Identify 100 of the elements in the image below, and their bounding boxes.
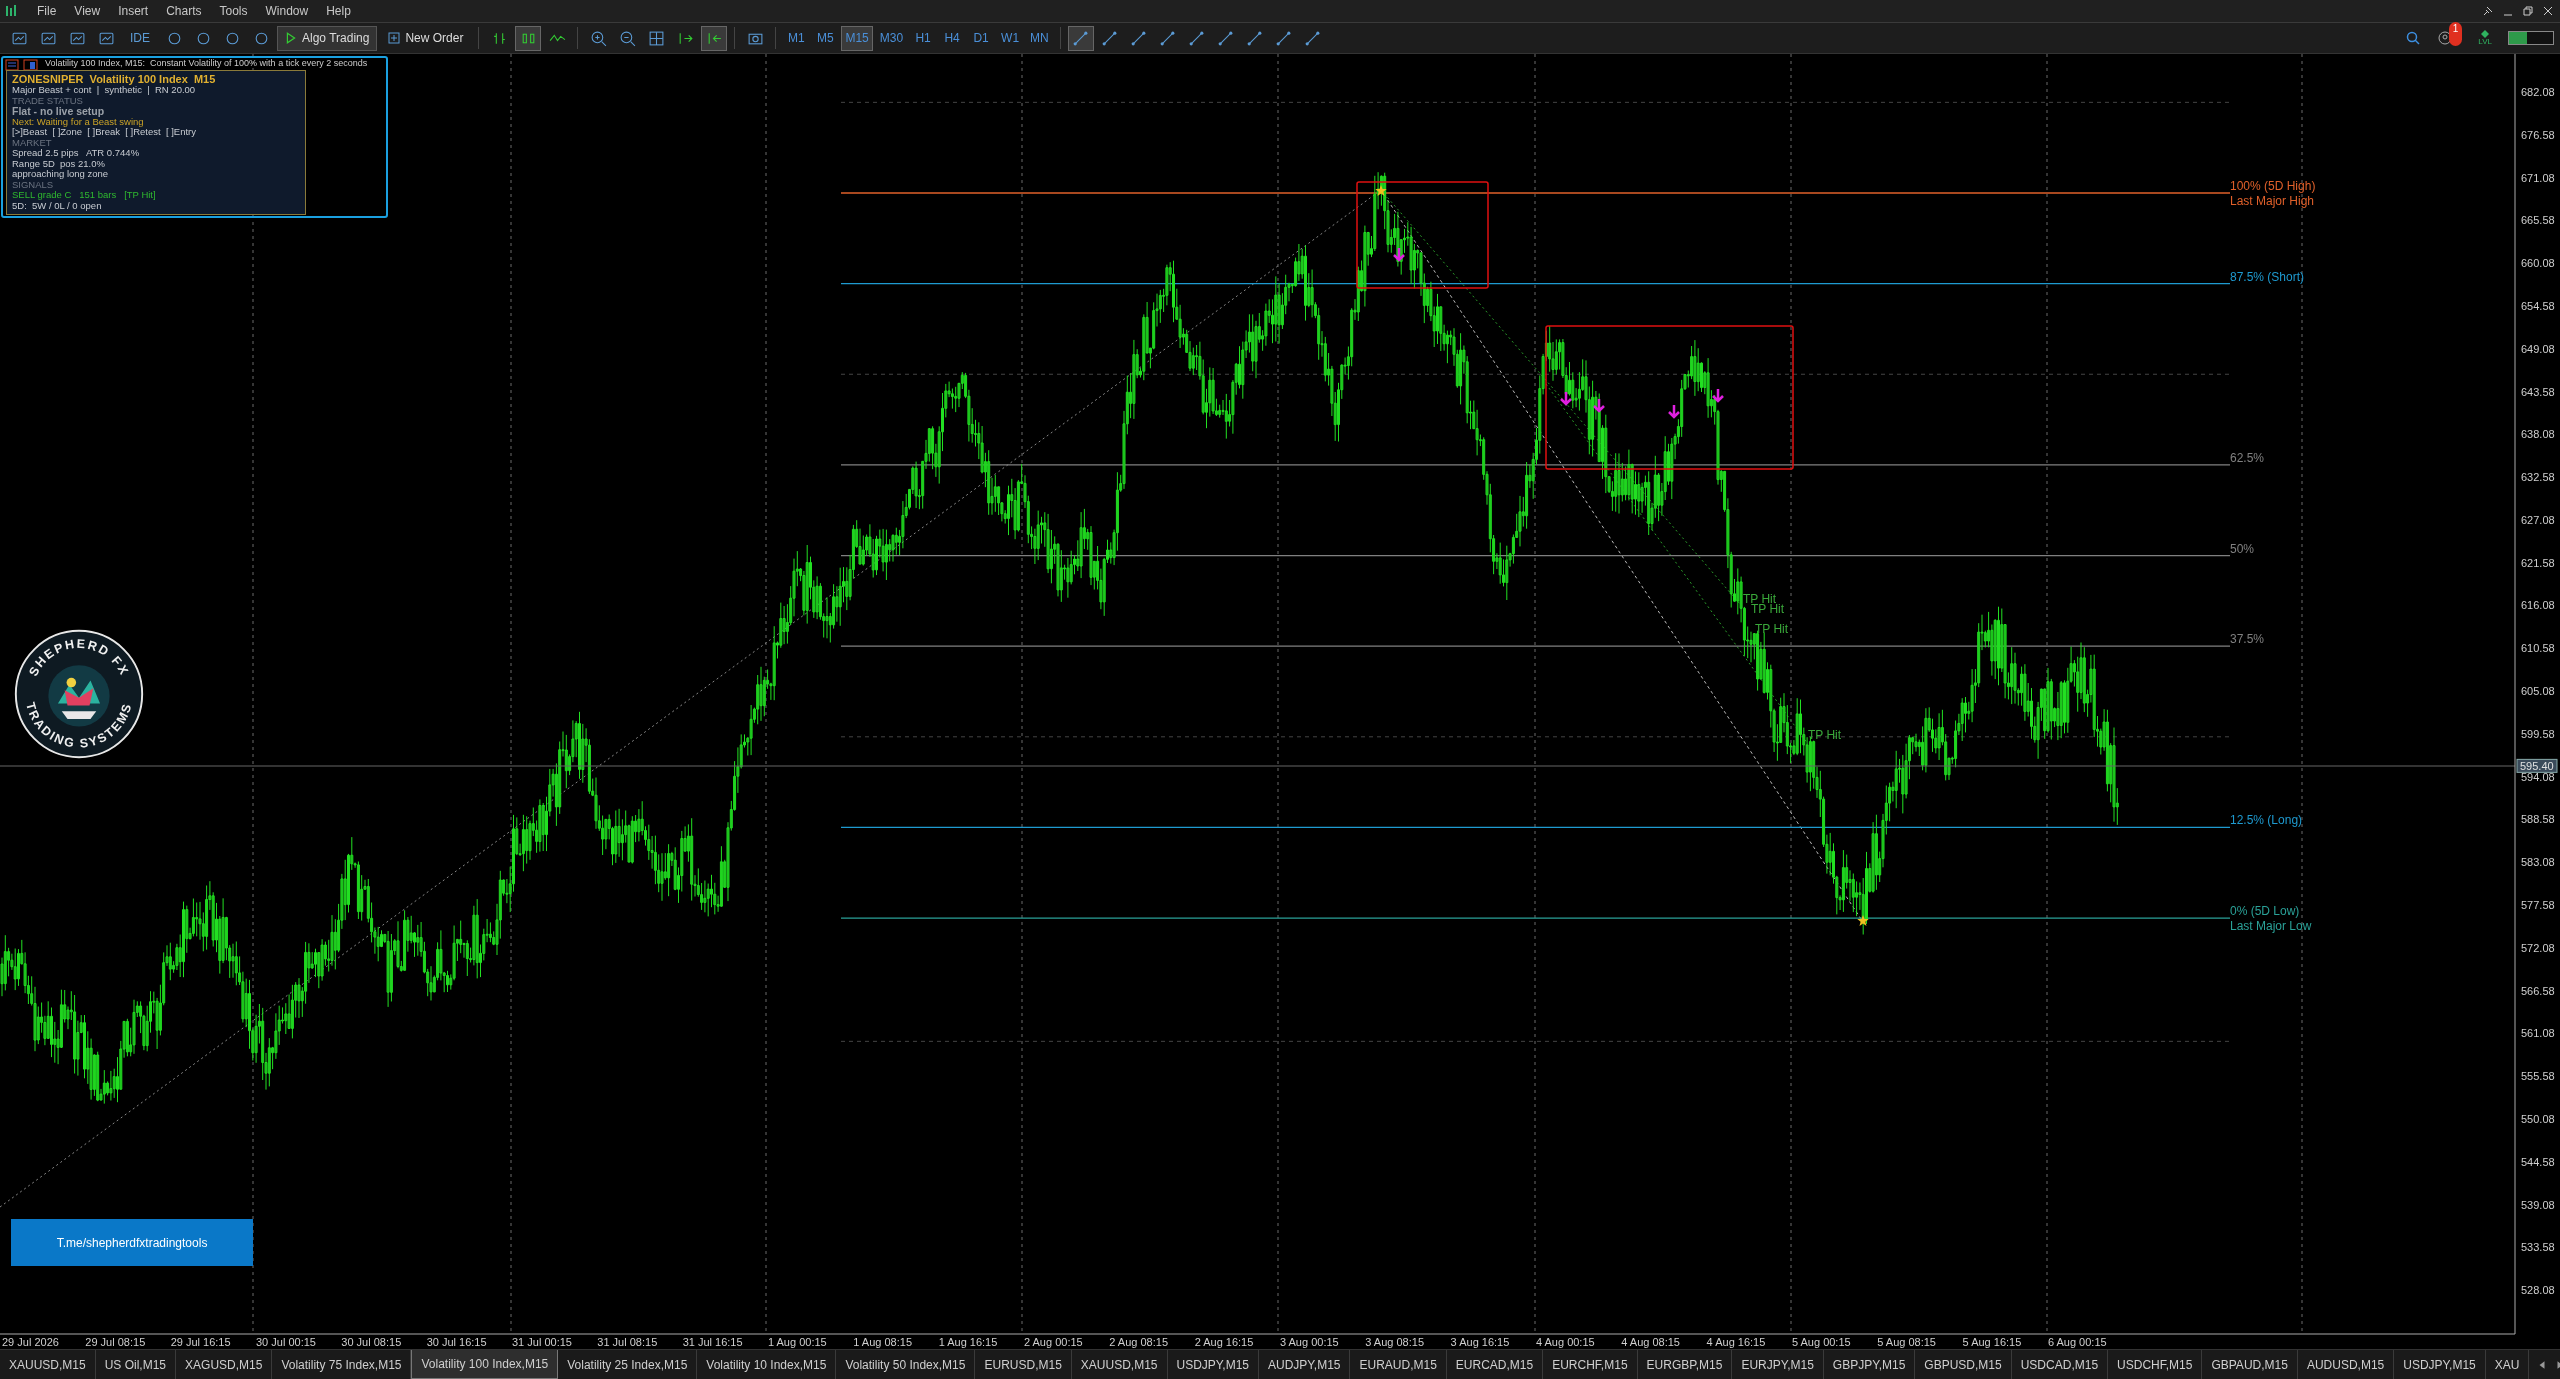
time-label: 4 Aug 08:15 [1621,1336,1680,1349]
price-label: 577.58 [2521,899,2555,912]
panel-line: [>]Beast [ ]Zone [ ]Break [ ]Retest [ ]Entry [12,127,197,138]
pin-icon[interactable] [2482,4,2494,17]
price-label: 638.08 [2521,428,2555,441]
panel-line: approaching long zone [12,169,110,180]
price-label: 621.58 [2521,557,2555,570]
price-label: 616.08 [2521,599,2555,612]
price-label: 610.58 [2521,642,2555,655]
price-label: 643.58 [2521,385,2555,398]
panel-line: Flat - no live setup [12,106,106,117]
symbol-tab[interactable]: EURGBP,M15 [1637,1350,1733,1379]
time-label: 3 Aug 00:15 [1279,1336,1339,1349]
timeframe-button[interactable]: H1 [910,25,937,51]
new-order-button[interactable]: New Order [380,25,472,51]
symbol-tab[interactable]: USDJPY,M15 [2394,1350,2486,1379]
algo-trading-button[interactable]: Algo Trading [277,25,378,51]
current-price-tag: 595.40 [2516,759,2558,774]
close-icon[interactable] [2542,4,2554,17]
menu-item[interactable]: Tools [210,3,257,18]
panel-line: Spread 2.5 pips ATR 0.744% [12,148,141,159]
symbol-tab[interactable]: EURCAD,M15 [1446,1350,1544,1379]
price-label: 588.58 [2521,813,2555,826]
fib-label: Last Major Low [2230,919,2312,934]
price-label: 528.08 [2521,1284,2555,1297]
menu-item[interactable]: Charts [157,3,211,18]
candlestick-icon[interactable] [515,25,542,51]
symbol-tab[interactable]: XAU [2485,1350,2530,1379]
symbol-tab[interactable]: EURAUD,M15 [1350,1350,1447,1379]
symbol-tab[interactable]: GBPJPY,M15 [1823,1350,1916,1379]
menu-item[interactable]: View [65,3,110,18]
timeframe-button[interactable]: M30 [875,25,908,51]
price-label: 550.08 [2521,1113,2555,1126]
symbol-tab[interactable]: GBPAUD,M15 [2202,1350,2298,1379]
menu-item[interactable]: Insert [109,3,158,18]
fib-label: 87.5% (Short) [2230,270,2305,284]
symbol-tab[interactable]: USDCAD,M15 [2011,1350,2109,1379]
timeframe-button[interactable]: M5 [812,25,839,51]
symbol-tab[interactable]: EURJPY,M15 [1732,1350,1824,1379]
symbol-tab[interactable]: XAGUSD,M15 [176,1350,273,1379]
symbol-tab[interactable]: USDJPY,M15 [1167,1350,1259,1379]
price-label: 632.58 [2521,471,2555,484]
level-button[interactable]: LVL [2478,30,2492,47]
symbol-tab[interactable]: Volatility 50 Index,M15 [836,1350,976,1379]
price-label: 627.08 [2521,514,2555,527]
down-arrow-icon [1592,398,1606,414]
symbol-tab[interactable]: Volatility 10 Index,M15 [697,1350,837,1379]
menu-item[interactable]: Window [256,3,318,18]
time-label: 31 Jul 00:15 [512,1336,572,1349]
restore-icon[interactable] [2522,4,2534,17]
tp-hit-label: TP Hit [1808,728,1842,743]
panel-line: Next: Waiting for a Beast swing [12,116,145,128]
menu-item[interactable]: Help [317,3,360,18]
time-label: 5 Aug 00:15 [1791,1336,1851,1349]
symbol-tab[interactable]: EURCHF,M15 [1543,1350,1638,1379]
panel-line: TRADE STATUS [12,95,84,107]
timeframe-button[interactable]: MN [1026,25,1053,51]
search-icon[interactable] [2404,30,2421,47]
timeframe-button[interactable]: D1 [968,25,995,51]
scroll-left-icon[interactable] [2537,1359,2548,1370]
timeframe-button[interactable]: W1 [997,25,1024,51]
symbol-tab[interactable]: Volatility 100 Index,M15 [411,1350,559,1379]
symbol-tab[interactable]: US Oil,M15 [95,1350,177,1379]
timeframe-button[interactable]: M1 [783,25,810,51]
menu-item[interactable]: File [28,3,66,18]
price-label: 533.58 [2521,1241,2555,1254]
price-label: 671.08 [2521,171,2555,184]
symbol-tab[interactable]: USDCHF,M15 [2108,1350,2203,1379]
shift-icon[interactable] [701,25,728,51]
price-label: 676.58 [2521,129,2555,142]
time-label: 4 Aug 16:15 [1706,1336,1766,1349]
time-label: 1 Aug 16:15 [938,1336,998,1349]
price-label: 649.08 [2521,343,2555,356]
symbol-tab[interactable]: AUDUSD,M15 [2297,1350,2395,1379]
price-label: 572.08 [2521,942,2555,955]
symbol-tab[interactable]: XAUUSD,M15 [1071,1350,1168,1379]
time-label: 1 Aug 00:15 [768,1336,827,1349]
timeframe-button[interactable]: H4 [939,25,966,51]
time-label: 4 Aug 00:15 [1535,1336,1595,1349]
symbol-tab[interactable]: AUDJPY,M15 [1259,1350,1351,1379]
notification-badge: 1 [2448,22,2463,47]
telegram-link-button[interactable]: T.me/shepherdfxtradingtools [11,1219,253,1267]
price-label: 544.58 [2521,1156,2555,1169]
panel-line: Major Beast + cont | synthetic | RN 20.00 [12,85,197,96]
symbol-tab[interactable]: EURUSD,M15 [975,1350,1072,1379]
time-label: 3 Aug 08:15 [1365,1336,1424,1349]
symbol-tab[interactable]: XAUUSD,M15 [0,1350,96,1379]
time-label: 30 Jul 08:15 [341,1336,402,1349]
time-label: 2 Aug 08:15 [1109,1336,1169,1349]
time-label: 29 Jul 08:15 [85,1336,146,1349]
price-label: 665.58 [2521,214,2555,227]
ide-button[interactable]: IDE [122,25,158,51]
symbol-tab[interactable]: GBPUSD,M15 [1915,1350,2012,1379]
chart-description: Volatility 100 Index, M15: Constant Volatility of 100% with a tick every 2 seconds [45,58,368,69]
price-label: 599.58 [2521,728,2555,741]
panel-line: 5D: 5W / 0L / 0 open [12,200,103,212]
price-label: 539.08 [2521,1198,2555,1211]
fib-label: 37.5% [2230,632,2265,647]
time-label: 31 Jul 16:15 [682,1336,743,1349]
symbol-tab[interactable]: Volatility 25 Index,M15 [558,1350,698,1379]
